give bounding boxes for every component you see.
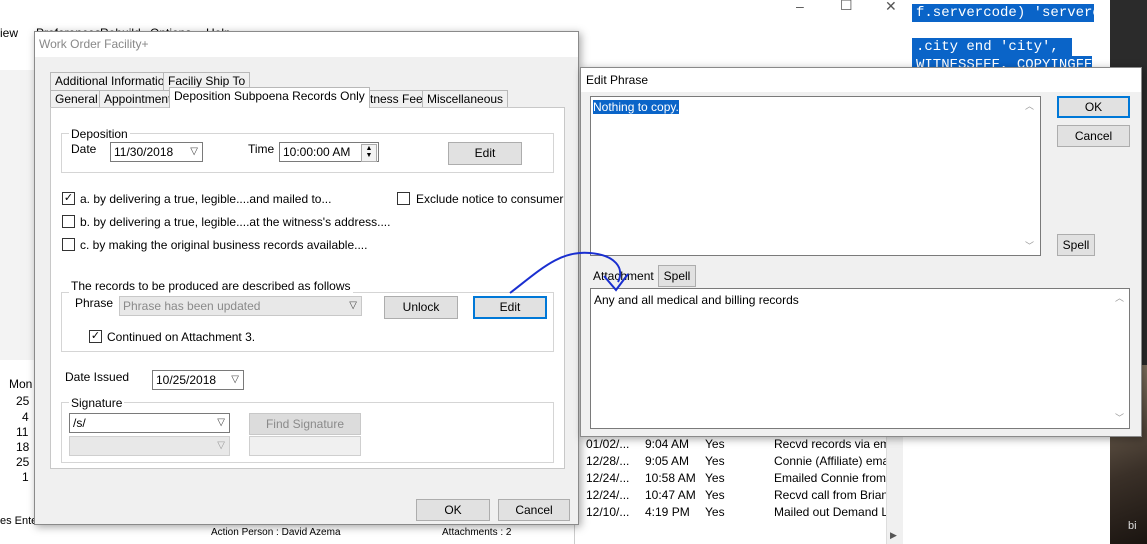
annotation-arrow-icon xyxy=(509,251,629,294)
tab-deposition-subpoena[interactable]: Deposition Subpoena Records Only xyxy=(169,87,370,108)
